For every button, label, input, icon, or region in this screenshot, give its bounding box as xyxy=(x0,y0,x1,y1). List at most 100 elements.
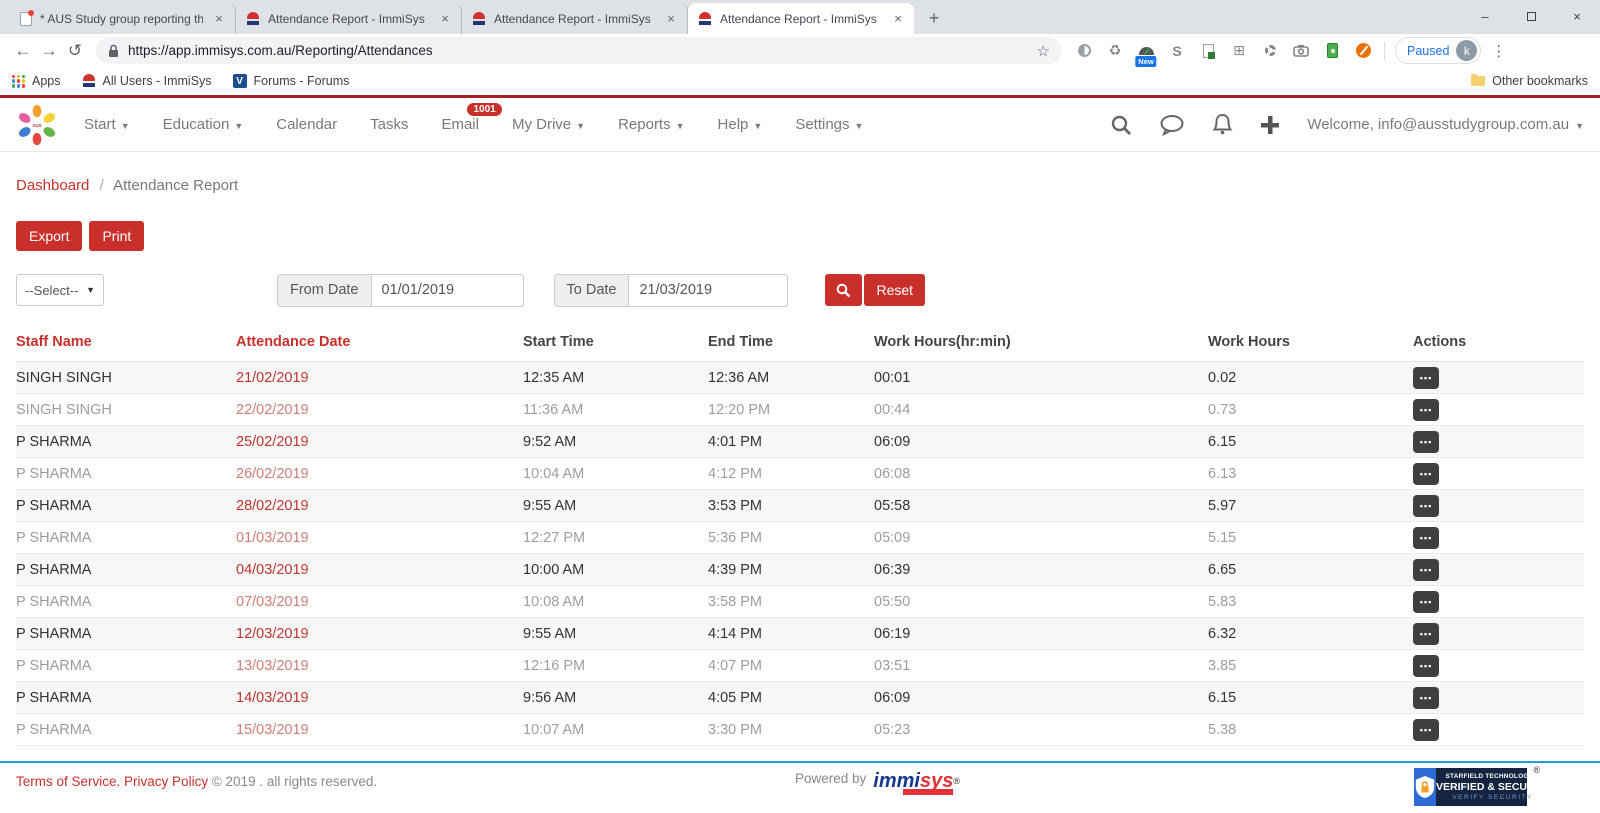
close-button[interactable]: × xyxy=(1554,0,1600,32)
attendance-date-link[interactable]: 12/03/2019 xyxy=(236,626,309,642)
attendance-date-link[interactable]: 28/02/2019 xyxy=(236,498,309,514)
battery-extension-icon[interactable] xyxy=(1323,42,1341,60)
chat-icon[interactable] xyxy=(1159,114,1185,136)
attendance-date-link[interactable]: 21/02/2019 xyxy=(236,370,309,386)
row-actions-button[interactable]: ▪▪▪ xyxy=(1413,559,1439,581)
attendance-date-link[interactable]: 13/03/2019 xyxy=(236,658,309,674)
search-button[interactable] xyxy=(825,274,862,306)
user-menu[interactable]: Welcome, info@ausstudygroup.com.au ▼ xyxy=(1307,116,1584,133)
pencil-extension-icon[interactable] xyxy=(1354,42,1372,60)
back-button[interactable]: ← xyxy=(10,41,36,61)
nav-item-settings[interactable]: Settings▼ xyxy=(795,116,863,133)
recycle-extension-icon[interactable]: ♻ xyxy=(1106,42,1124,60)
print-button[interactable]: Print xyxy=(89,221,144,251)
nav-item-tasks[interactable]: Tasks xyxy=(370,116,408,133)
row-actions-button[interactable]: ▪▪▪ xyxy=(1413,655,1439,677)
attendance-date-link[interactable]: 26/02/2019 xyxy=(236,466,309,482)
nav-item-help[interactable]: Help▼ xyxy=(718,116,763,133)
other-bookmarks[interactable]: Other bookmarks xyxy=(1471,74,1588,88)
nav-item-email[interactable]: Email 1001 xyxy=(441,116,479,133)
row-actions-button[interactable]: ▪▪▪ xyxy=(1413,527,1439,549)
immisys-logo[interactable]: immisys® xyxy=(873,771,960,791)
staff-name-cell: P SHARMA xyxy=(16,490,236,522)
ellipsis-icon: ▪▪▪ xyxy=(1420,533,1433,543)
table-row: P SHARMA 15/03/2019 10:07 AM 3:30 PM 05:… xyxy=(16,714,1584,746)
row-actions-button[interactable]: ▪▪▪ xyxy=(1413,719,1439,741)
restore-button[interactable] xyxy=(1508,0,1554,32)
reset-button[interactable]: Reset xyxy=(864,274,925,306)
attendance-date-link[interactable]: 14/03/2019 xyxy=(236,690,309,706)
start-time-cell: 11:36 AM xyxy=(523,394,708,426)
new-tab-button[interactable]: + xyxy=(920,4,948,32)
hash-grid-extension-icon[interactable]: ⊞ xyxy=(1230,42,1248,60)
privacy-policy-link[interactable]: Privacy Policy xyxy=(124,774,208,789)
nav-item-start[interactable]: Start▼ xyxy=(84,116,130,133)
work-hours-hrmin-cell: 05:58 xyxy=(874,490,1208,522)
attendance-date-link[interactable]: 04/03/2019 xyxy=(236,562,309,578)
circle-extension-icon[interactable] xyxy=(1075,42,1093,60)
bookmark-apps[interactable]: Apps xyxy=(12,74,61,88)
col-header-staff-name[interactable]: Staff Name xyxy=(16,328,236,362)
document-extension-icon[interactable] xyxy=(1199,42,1217,60)
staff-name-cell: P SHARMA xyxy=(16,586,236,618)
row-actions-button[interactable]: ▪▪▪ xyxy=(1413,399,1439,421)
row-actions-button[interactable]: ▪▪▪ xyxy=(1413,623,1439,645)
row-actions-button[interactable]: ▪▪▪ xyxy=(1413,591,1439,613)
nav-item-reports[interactable]: Reports▼ xyxy=(618,116,684,133)
immisys-favicon xyxy=(246,12,260,26)
row-actions-button[interactable]: ▪▪▪ xyxy=(1413,495,1439,517)
browser-tab-4-active[interactable]: Attendance Report - ImmiSys × xyxy=(688,3,914,34)
tab-close-icon[interactable]: × xyxy=(437,11,453,27)
browser-tab-2[interactable]: Attendance Report - ImmiSys × xyxy=(236,3,462,34)
row-actions-button[interactable]: ▪▪▪ xyxy=(1413,431,1439,453)
sync-paused-badge[interactable]: Paused k xyxy=(1395,37,1481,64)
row-actions-button[interactable]: ▪▪▪ xyxy=(1413,687,1439,709)
search-icon[interactable] xyxy=(1110,114,1132,136)
verified-secured-badge[interactable]: STARFIELD TECHNOLOGIES VERIFIED & SECURE… xyxy=(1414,768,1527,806)
breadcrumb-dashboard-link[interactable]: Dashboard xyxy=(16,177,89,194)
nav-item-education[interactable]: Education▼ xyxy=(163,116,244,133)
attendance-date-link[interactable]: 01/03/2019 xyxy=(236,530,309,546)
aus-study-group-logo[interactable]: AUS xyxy=(16,104,58,146)
col-header-attendance-date[interactable]: Attendance Date xyxy=(236,328,523,362)
immisys-favicon xyxy=(82,74,96,88)
attendance-date-link[interactable]: 07/03/2019 xyxy=(236,594,309,610)
attendance-date-link[interactable]: 22/02/2019 xyxy=(236,402,309,418)
add-plus-icon[interactable] xyxy=(1260,115,1280,135)
browser-menu-icon[interactable]: ⋮ xyxy=(1491,42,1506,60)
tab-close-icon[interactable]: × xyxy=(211,11,227,27)
bookmark-star-icon[interactable]: ☆ xyxy=(1037,42,1050,60)
address-bar[interactable]: https://app.immisys.com.au/Reporting/Att… xyxy=(96,37,1062,64)
end-time-cell: 3:53 PM xyxy=(708,490,874,522)
browser-tab-1[interactable]: * AUS Study group reporting tha × xyxy=(10,3,236,34)
end-time-cell: 4:14 PM xyxy=(708,618,874,650)
cog-extension-icon[interactable] xyxy=(1261,42,1279,60)
attendance-date-link[interactable]: 15/03/2019 xyxy=(236,722,309,738)
to-date-input[interactable] xyxy=(628,274,788,307)
from-date-input[interactable] xyxy=(371,274,524,307)
notifications-bell-icon[interactable] xyxy=(1212,113,1233,136)
powered-by-text: Powered by xyxy=(795,771,866,786)
reload-button[interactable]: ↺ xyxy=(62,41,88,61)
terms-of-service-link[interactable]: Terms of Service. xyxy=(16,774,120,789)
speed-gauge-extension-icon[interactable]: New xyxy=(1137,42,1155,60)
staff-select[interactable]: --Select-- ▼ xyxy=(16,274,104,306)
nav-item-calendar[interactable]: Calendar xyxy=(276,116,337,133)
browser-tab-3[interactable]: Attendance Report - ImmiSys × xyxy=(462,3,688,34)
tab-close-icon[interactable]: × xyxy=(890,11,906,27)
nav-item-my-drive[interactable]: My Drive▼ xyxy=(512,116,585,133)
row-actions-button[interactable]: ▪▪▪ xyxy=(1413,463,1439,485)
work-hours-hrmin-cell: 05:50 xyxy=(874,586,1208,618)
camera-extension-icon[interactable] xyxy=(1292,42,1310,60)
actions-cell: ▪▪▪ xyxy=(1413,554,1584,586)
forward-button[interactable]: → xyxy=(36,41,62,61)
bookmark-forums[interactable]: V Forums - Forums xyxy=(233,74,350,88)
export-button[interactable]: Export xyxy=(16,221,82,251)
tab-close-icon[interactable]: × xyxy=(663,11,679,27)
bookmark-all-users[interactable]: All Users - ImmiSys xyxy=(82,74,212,88)
row-actions-button[interactable]: ▪▪▪ xyxy=(1413,367,1439,389)
attendance-date-link[interactable]: 25/02/2019 xyxy=(236,434,309,450)
skype-extension-icon[interactable]: S xyxy=(1168,42,1186,60)
attendance-date-cell: 01/03/2019 xyxy=(236,522,523,554)
minimize-button[interactable]: – xyxy=(1462,0,1508,32)
